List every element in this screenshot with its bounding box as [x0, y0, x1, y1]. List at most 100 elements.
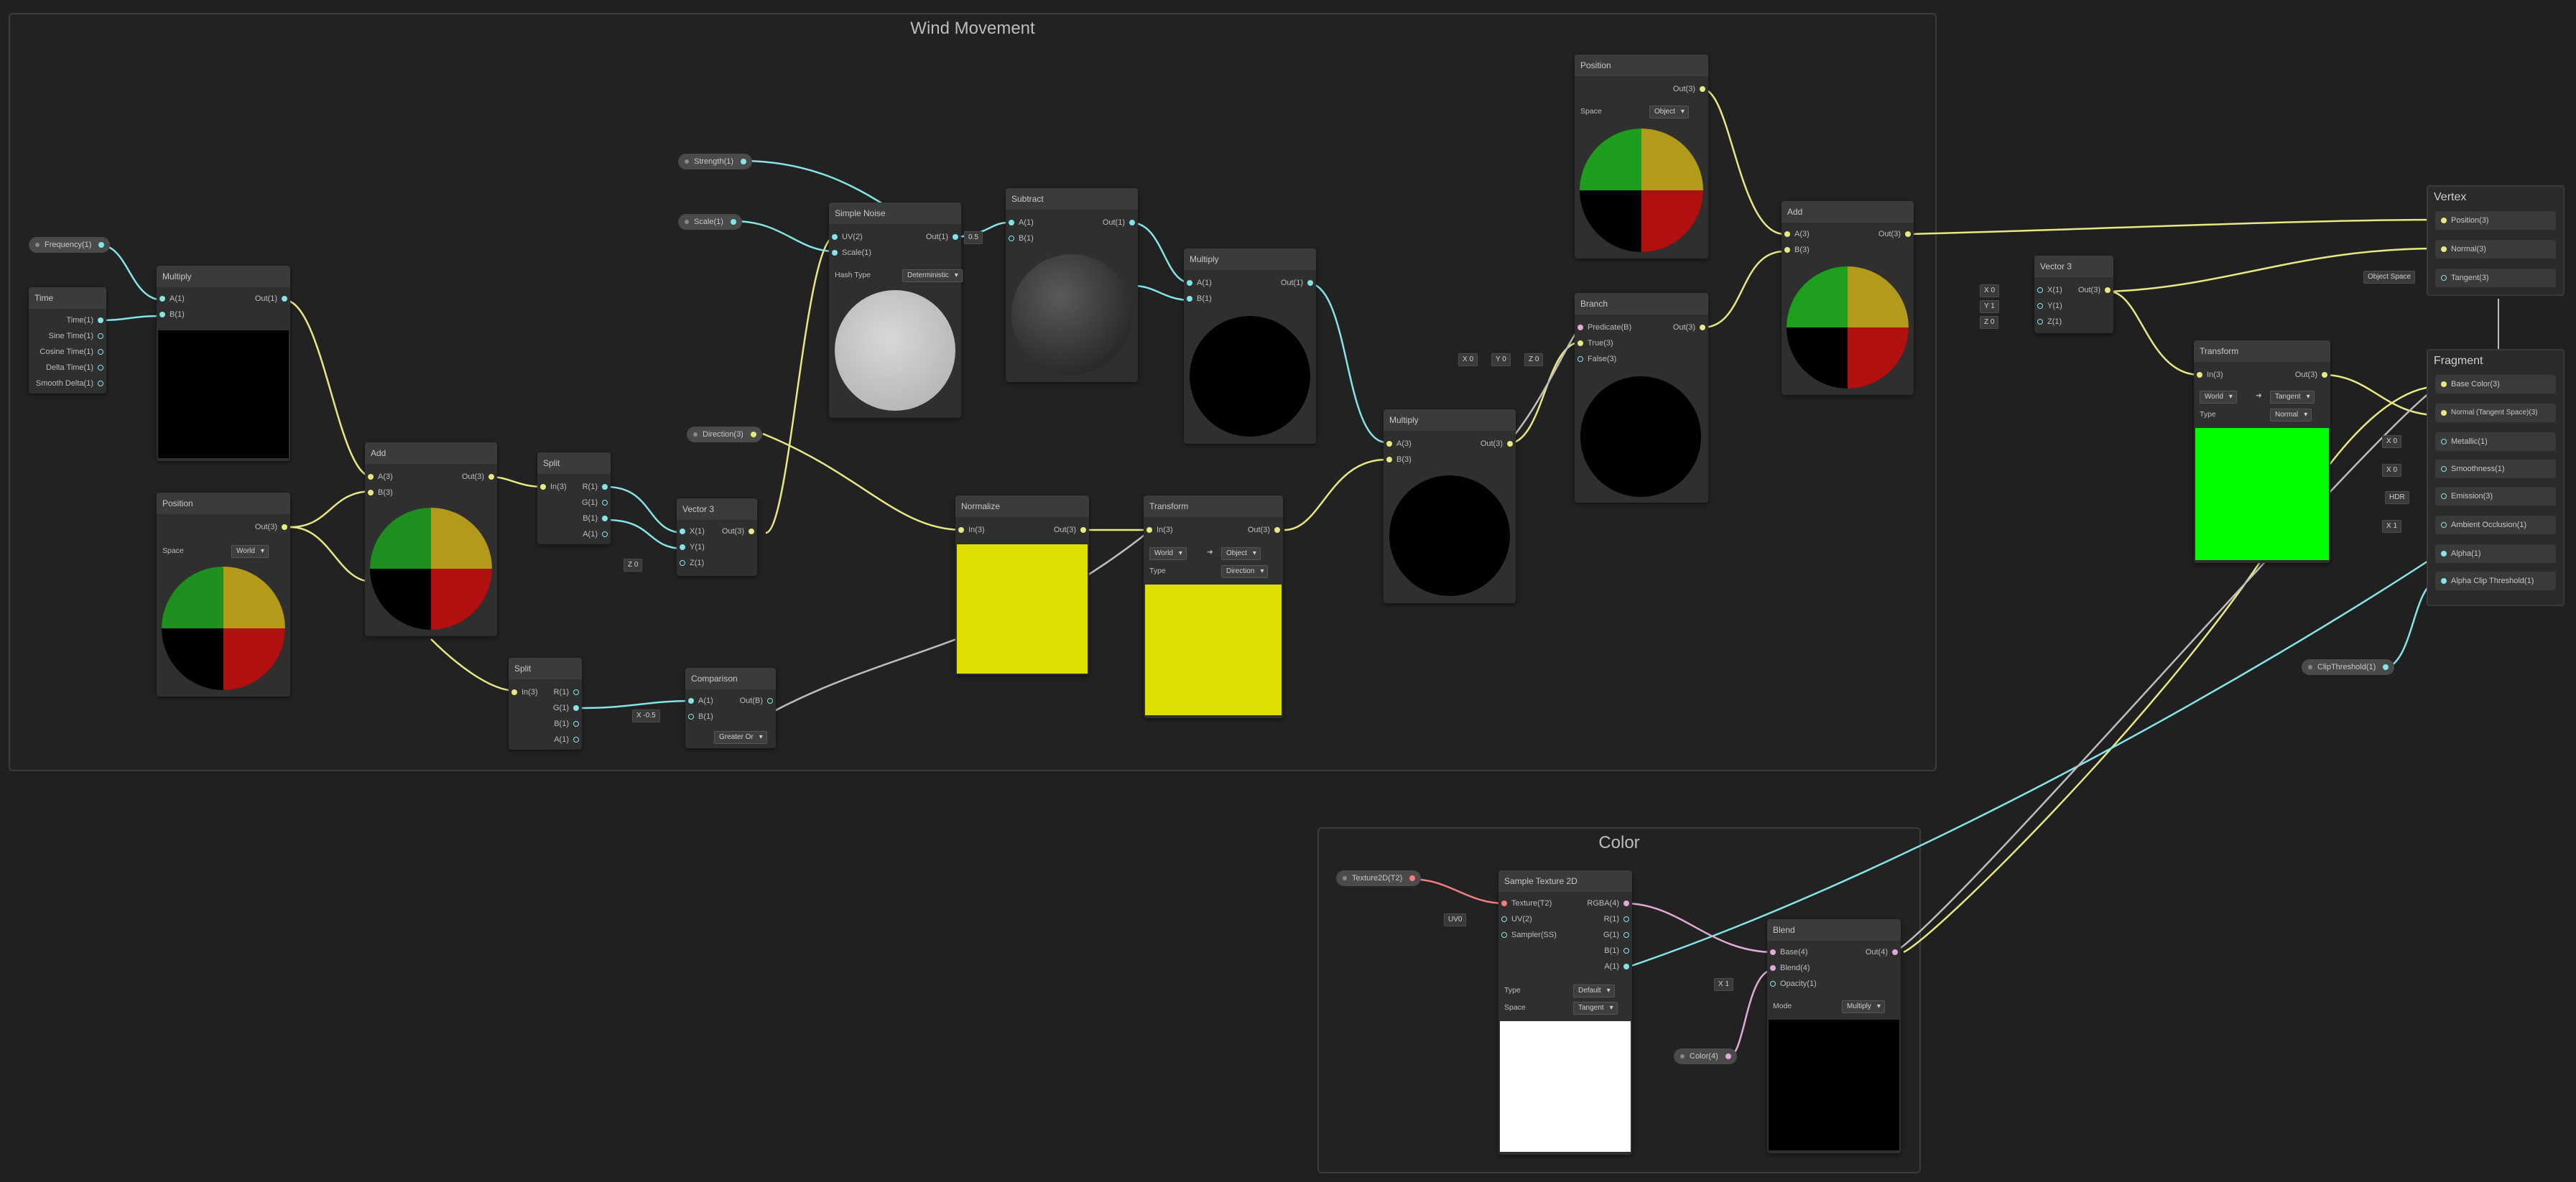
transform-node[interactable]: Transform In(3) Out(3) World ➜ Object Ty…: [1144, 495, 1283, 718]
output-port[interactable]: Time(1): [67, 313, 106, 327]
input-port-uv[interactable]: UV(2): [829, 230, 863, 244]
sample-texture-node[interactable]: Sample Texture 2D Texture(T2) UV(2) Samp…: [1498, 870, 1632, 1155]
input-port-y[interactable]: Y(1): [2034, 299, 2062, 313]
emission-slot[interactable]: Emission(3): [2435, 487, 2556, 506]
output-port[interactable]: Delta Time(1): [46, 360, 106, 375]
output-port-r[interactable]: R(1): [1604, 912, 1632, 926]
transform-node[interactable]: Transform In(3) Out(3) World ➜ Tangent T…: [2194, 340, 2330, 563]
output-port[interactable]: Out(3): [2295, 368, 2330, 382]
normalize-node[interactable]: Normalize In(3) Out(3): [955, 495, 1089, 675]
input-port[interactable]: In(3): [537, 480, 567, 494]
branch-node[interactable]: Branch Predicate(B) True(3) False(3) Out…: [1575, 293, 1708, 503]
output-port-a[interactable]: A(1): [583, 527, 611, 541]
output-port[interactable]: Out(3): [1248, 523, 1283, 537]
output-port[interactable]: Out(3): [2078, 283, 2113, 297]
metallic-slot[interactable]: Metallic(1): [2435, 432, 2556, 451]
input-port-texture[interactable]: Texture(T2): [1498, 896, 1552, 911]
output-port-a[interactable]: A(1): [554, 732, 582, 747]
input-port-base[interactable]: Base(4): [1767, 945, 1808, 959]
output-port-r[interactable]: R(1): [583, 480, 611, 494]
type-dropdown[interactable]: Default: [1573, 985, 1615, 997]
input-port-opacity[interactable]: Opacity(1): [1767, 977, 1817, 991]
output-port[interactable]: Out(3): [1878, 227, 1914, 241]
space-dropdown[interactable]: Tangent: [1573, 1002, 1618, 1015]
frequency-property[interactable]: Frequency(1): [29, 237, 111, 253]
input-port-x[interactable]: X(1): [677, 524, 705, 539]
vector3-node[interactable]: Vector 3 X(1) Y(1) Z(1) Out(3): [677, 498, 757, 576]
output-port[interactable]: Sine Time(1): [49, 329, 106, 343]
to-space-dropdown[interactable]: Tangent: [2270, 391, 2315, 404]
add-node[interactable]: Add A(3) B(3) Out(3): [1782, 201, 1914, 395]
uv-channel-field[interactable]: UV0: [1444, 913, 1467, 926]
time-node[interactable]: Time Time(1) Sine Time(1) Cosine Time(1)…: [29, 287, 106, 394]
subtract-node[interactable]: Subtract A(1) B(1) Out(1): [1006, 188, 1138, 382]
mode-dropdown[interactable]: Multiply: [1842, 1000, 1885, 1013]
vector3-z-field[interactable]: Z 0: [624, 559, 643, 572]
clip-threshold-property[interactable]: ClipThreshold(1): [2302, 659, 2395, 675]
output-port-rgba[interactable]: RGBA(4): [1587, 896, 1632, 911]
direction-property[interactable]: Direction(3): [687, 427, 762, 442]
vertex-stack[interactable]: Vertex Position(3) Normal(3) Tangent(3): [2427, 185, 2565, 296]
output-port-r[interactable]: R(1): [554, 685, 582, 699]
output-port[interactable]: Out(1): [926, 230, 961, 244]
input-port-b[interactable]: B(3): [1782, 243, 1810, 257]
output-port[interactable]: Out(3): [462, 470, 497, 484]
output-port-g[interactable]: G(1): [553, 701, 582, 715]
input-port-blend[interactable]: Blend(4): [1767, 961, 1810, 975]
input-port-scale[interactable]: Scale(1): [829, 246, 871, 260]
input-port-a[interactable]: A(3): [1782, 227, 1810, 241]
input-port[interactable]: In(3): [509, 685, 538, 699]
subtract-b-field[interactable]: 0.5: [964, 231, 983, 244]
add-node[interactable]: Add A(3) B(3) Out(3): [365, 442, 497, 636]
from-space-dropdown[interactable]: World: [2200, 391, 2237, 404]
vector3-y-field[interactable]: Y 1: [1980, 300, 1999, 313]
output-port-a[interactable]: A(1): [1604, 959, 1632, 974]
input-port-b[interactable]: B(3): [1384, 452, 1412, 467]
vertex-position-slot[interactable]: Position(3): [2435, 211, 2556, 230]
scale-property[interactable]: Scale(1): [678, 214, 742, 230]
split-node[interactable]: Split In(3) R(1) G(1) B(1) A(1): [509, 658, 582, 750]
input-port-a[interactable]: A(3): [365, 470, 393, 484]
input-port[interactable]: In(3): [955, 523, 985, 537]
input-port-a[interactable]: A(1): [1184, 276, 1212, 290]
comparison-mode-dropdown[interactable]: Greater Or: [714, 731, 767, 744]
output-port[interactable]: Out(3): [722, 524, 757, 539]
output-port[interactable]: Out(3): [255, 520, 290, 534]
smoothness-slot[interactable]: Smoothness(1): [2435, 460, 2556, 478]
output-port[interactable]: Cosine Time(1): [40, 345, 106, 359]
color-property[interactable]: Color(4): [1674, 1048, 1737, 1064]
output-port-b[interactable]: B(1): [583, 511, 611, 526]
input-port-false[interactable]: False(3): [1575, 352, 1616, 366]
output-port-b[interactable]: B(1): [1604, 944, 1632, 958]
input-port-predicate[interactable]: Predicate(B): [1575, 320, 1631, 335]
input-port-b[interactable]: B(1): [1006, 231, 1034, 246]
vector3-node[interactable]: Vector 3 X(1) Y(1) Z(1) Out(3): [2034, 256, 2113, 333]
position-node[interactable]: Position Out(3) Space World: [157, 493, 290, 697]
input-port-a[interactable]: A(1): [685, 694, 713, 708]
input-port-sampler[interactable]: Sampler(SS): [1498, 928, 1557, 942]
output-port[interactable]: Smooth Delta(1): [36, 376, 106, 391]
branch-false-x-field[interactable]: X 0: [1458, 353, 1478, 366]
output-port[interactable]: Out(4): [1866, 945, 1901, 959]
input-port-y[interactable]: Y(1): [677, 540, 705, 554]
input-port-true[interactable]: True(3): [1575, 336, 1613, 350]
metallic-field[interactable]: X 0: [2382, 435, 2402, 448]
type-dropdown[interactable]: Direction: [1221, 565, 1269, 578]
ambient-occlusion-field[interactable]: X 1: [2382, 520, 2402, 533]
type-dropdown[interactable]: Normal: [2270, 409, 2312, 422]
base-color-slot[interactable]: Base Color(3): [2435, 375, 2556, 394]
alpha-slot[interactable]: Alpha(1): [2435, 544, 2556, 563]
vector3-z-field[interactable]: Z 0: [1980, 316, 1999, 329]
input-port-x[interactable]: X(1): [2034, 283, 2062, 297]
multiply-node[interactable]: Multiply A(3) B(3) Out(3): [1384, 409, 1516, 603]
output-port[interactable]: Out(1): [255, 292, 290, 306]
to-space-dropdown[interactable]: Object: [1221, 547, 1261, 560]
ambient-occlusion-slot[interactable]: Ambient Occlusion(1): [2435, 516, 2556, 534]
opacity-field[interactable]: X 1: [1714, 978, 1734, 991]
space-dropdown[interactable]: World: [231, 545, 269, 558]
output-port[interactable]: Out(3): [1673, 82, 1708, 96]
output-port[interactable]: Out(B): [740, 694, 776, 708]
input-port-b[interactable]: B(1): [157, 307, 185, 322]
simple-noise-node[interactable]: Simple Noise UV(2) Scale(1) Out(1) Hash …: [829, 203, 963, 418]
output-port-g[interactable]: G(1): [1603, 928, 1632, 942]
